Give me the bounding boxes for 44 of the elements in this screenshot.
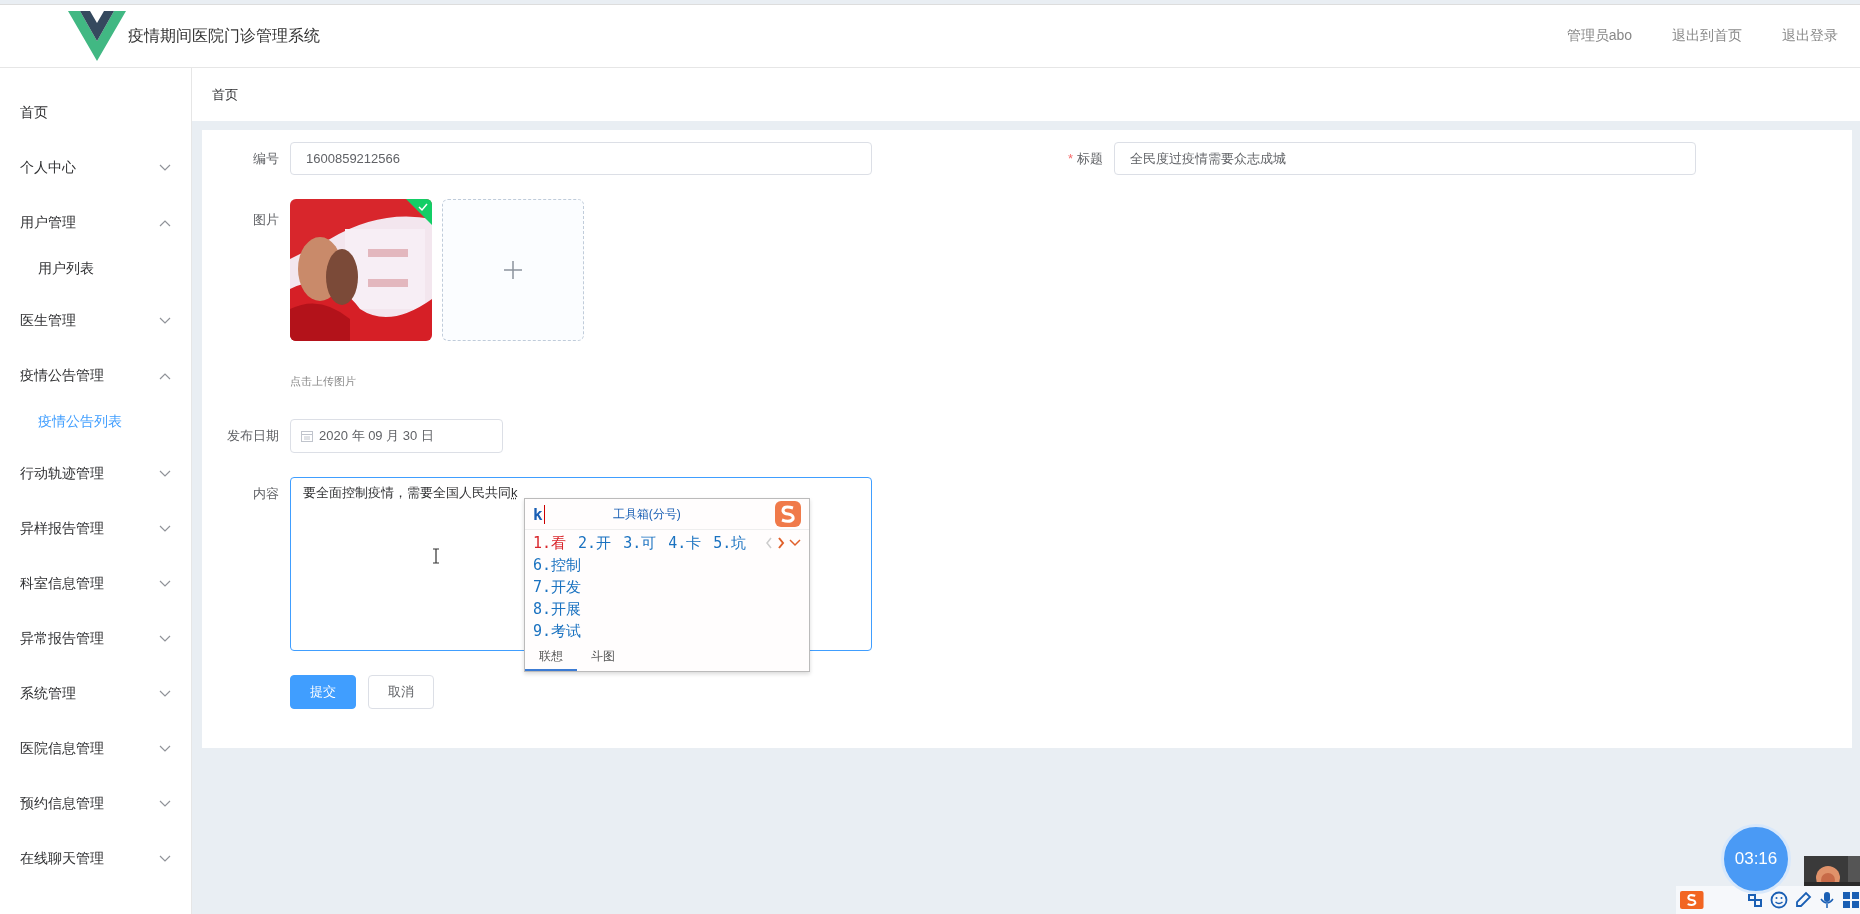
date-field[interactable]: 2020 年 09 月 30 日 — [290, 419, 503, 453]
header-link[interactable]: 退出登录 — [1782, 27, 1838, 45]
ime-candidate[interactable]: 8.开展 — [533, 599, 582, 619]
submenu-item[interactable]: 用户列表 — [0, 244, 191, 293]
cancel-button[interactable]: 取消 — [368, 675, 434, 709]
ime-candidate[interactable]: 9.考试 — [533, 621, 582, 641]
breadcrumb-item[interactable]: 首页 — [212, 85, 238, 104]
ime-tab[interactable]: 斗图 — [577, 644, 629, 671]
ime-candidate[interactable]: 6.控制 — [533, 555, 582, 575]
upload-hint: 点击上传图片 — [290, 374, 356, 389]
ime-toolbox-link[interactable]: 工具箱(分号) — [612, 505, 681, 523]
menu-item[interactable]: 医院信息管理 — [20, 739, 104, 758]
ime-candidate[interactable]: 7.开发 — [533, 577, 582, 597]
header-link[interactable]: 管理员abo — [1566, 27, 1632, 45]
number-field[interactable]: 1600859212566 — [290, 142, 872, 175]
field-label: 发布日期 — [226, 427, 280, 445]
title-field[interactable]: 全民度过疫情需要众志成城 — [1114, 142, 1696, 175]
menu-item[interactable]: 预约信息管理 — [20, 794, 104, 813]
menu-item[interactable]: 异样报告管理 — [20, 519, 104, 538]
menu-item[interactable]: 异常报告管理 — [20, 629, 104, 648]
field-label: 图片 — [252, 211, 280, 229]
menu-item[interactable]: 医生管理 — [20, 311, 76, 330]
ime-tab[interactable]: 联想 — [525, 644, 577, 671]
menu-item[interactable]: 科室信息管理 — [20, 574, 104, 593]
ime-input: k — [533, 504, 545, 524]
menu-item[interactable]: 用户管理 — [20, 213, 76, 232]
menu-item[interactable]: 系统管理 — [20, 684, 76, 703]
menu-item[interactable]: 疫情公告管理 — [20, 366, 104, 385]
menu-item[interactable]: 首页 — [0, 85, 191, 140]
app-title: 疫情期间医院门诊管理系统 — [128, 25, 320, 46]
ime-candidate[interactable]: 1.看 — [533, 533, 567, 553]
required-mark: * — [1067, 150, 1073, 166]
ime-candidate[interactable]: 3.可 — [623, 533, 657, 553]
ime-candidate[interactable]: 5.坑 — [713, 533, 747, 553]
ime-candidate[interactable]: 4.卡 — [668, 533, 702, 553]
menu-item[interactable]: 个人中心 — [20, 158, 76, 177]
header-link[interactable]: 退出到首页 — [1672, 27, 1742, 45]
menu-item[interactable]: 在线聊天管理 — [20, 849, 104, 868]
field-label: 内容 — [252, 485, 280, 503]
field-label: 编号 — [252, 149, 280, 168]
field-label: 标题 — [1077, 150, 1103, 166]
menu-item[interactable]: 行动轨迹管理 — [20, 464, 104, 483]
recording-timer: 03:16 — [1721, 824, 1791, 894]
ime-candidate[interactable]: 2.开 — [578, 533, 612, 553]
